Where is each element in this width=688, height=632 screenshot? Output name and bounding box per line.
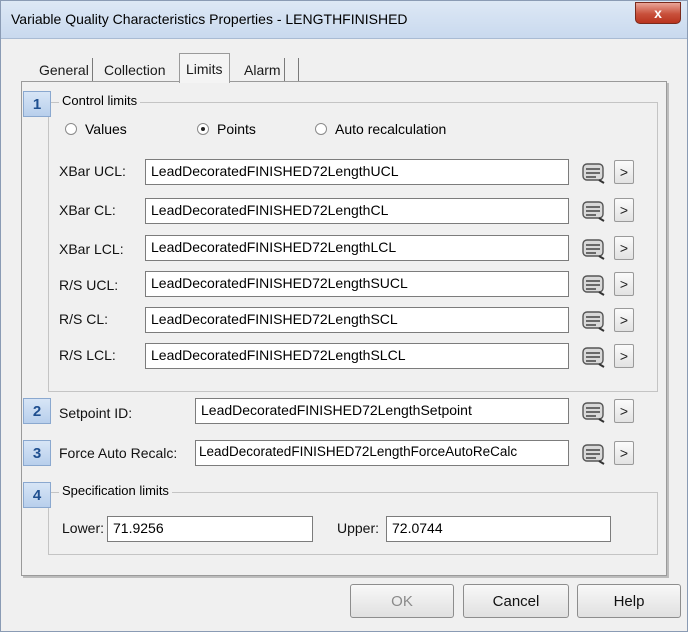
tab-limits-label: Limits — [186, 60, 223, 77]
force-auto-recalc-field[interactable]: LeadDecoratedFINISHED72LengthForceAutoRe… — [195, 440, 569, 466]
tab-general-label: General — [39, 62, 89, 78]
tab-alarm[interactable]: Alarm — [244, 58, 285, 82]
xbar-cl-field[interactable]: LeadDecoratedFINISHED72LengthCL — [145, 198, 569, 224]
window-title: Variable Quality Characteristics Propert… — [11, 11, 408, 27]
step-badge-1: 1 — [23, 91, 51, 117]
lower-limit-label: Lower: — [62, 520, 105, 536]
control-limits-title: Control limits — [59, 93, 141, 108]
arrow-right-icon: > — [619, 403, 629, 419]
xbar-lcl-arrow-button[interactable]: > — [614, 236, 634, 260]
tag-browse-icon[interactable] — [581, 441, 607, 465]
close-icon: x — [654, 5, 662, 21]
specification-limits-title: Specification limits — [59, 483, 172, 498]
setpoint-id-label: Setpoint ID: — [59, 405, 133, 421]
tag-browse-icon[interactable] — [581, 236, 607, 260]
rs-lcl-field[interactable]: LeadDecoratedFINISHED72LengthSLCL — [145, 343, 569, 369]
cancel-button[interactable]: Cancel — [463, 584, 569, 618]
rs-lcl-arrow-button[interactable]: > — [614, 344, 634, 368]
radio-auto-recalculation-label: Auto recalculation — [335, 121, 447, 137]
tag-browse-icon[interactable] — [581, 308, 607, 332]
help-button[interactable]: Help — [577, 584, 681, 618]
rs-cl-field[interactable]: LeadDecoratedFINISHED72LengthSCL — [145, 307, 569, 333]
xbar-ucl-arrow-button[interactable]: > — [614, 160, 634, 184]
xbar-lcl-field[interactable]: LeadDecoratedFINISHED72LengthLCL — [145, 235, 569, 261]
tab-general[interactable]: General — [39, 58, 93, 82]
step-badge-4: 4 — [23, 482, 51, 508]
setpoint-arrow-button[interactable]: > — [614, 399, 634, 423]
force-auto-recalc-label: Force Auto Recalc: — [59, 445, 178, 461]
close-button[interactable]: x — [635, 2, 681, 24]
radio-auto-recalculation-indicator — [315, 123, 327, 135]
title-bar: Variable Quality Characteristics Propert… — [1, 1, 687, 39]
arrow-right-icon: > — [619, 276, 629, 292]
upper-limit-label: Upper: — [337, 520, 380, 536]
rs-ucl-field[interactable]: LeadDecoratedFINISHED72LengthSUCL — [145, 271, 569, 297]
ok-button[interactable]: OK — [350, 584, 454, 618]
rs-lcl-label: R/S LCL: — [59, 347, 116, 363]
tab-collection[interactable]: Collection — [104, 58, 165, 82]
xbar-ucl-label: XBar UCL: — [59, 163, 126, 179]
radio-values-indicator — [65, 123, 77, 135]
lower-limit-field[interactable]: 71.9256 — [107, 516, 313, 542]
force-recalc-arrow-button[interactable]: > — [614, 441, 634, 465]
xbar-ucl-field[interactable]: LeadDecoratedFINISHED72LengthUCL — [145, 159, 569, 185]
step-badge-2: 2 — [23, 398, 51, 424]
arrow-right-icon: > — [619, 164, 629, 180]
xbar-cl-label: XBar CL: — [59, 202, 116, 218]
radio-auto-recalculation[interactable]: Auto recalculation — [315, 121, 446, 137]
rs-ucl-arrow-button[interactable]: > — [614, 272, 634, 296]
tab-divider — [298, 58, 299, 82]
tag-browse-icon[interactable] — [581, 399, 607, 423]
upper-limit-field[interactable]: 72.0744 — [386, 516, 611, 542]
xbar-lcl-label: XBar LCL: — [59, 241, 124, 257]
arrow-right-icon: > — [619, 240, 629, 256]
arrow-right-icon: > — [619, 202, 629, 218]
tab-alarm-label: Alarm — [244, 62, 281, 78]
arrow-right-icon: > — [619, 348, 629, 364]
arrow-right-icon: > — [619, 312, 629, 328]
radio-values[interactable]: Values — [65, 121, 127, 137]
tag-browse-icon[interactable] — [581, 272, 607, 296]
setpoint-id-field[interactable]: LeadDecoratedFINISHED72LengthSetpoint — [195, 398, 569, 424]
rs-cl-label: R/S CL: — [59, 311, 109, 327]
step-badge-3: 3 — [23, 440, 51, 466]
radio-points[interactable]: Points — [197, 121, 256, 137]
tag-browse-icon[interactable] — [581, 160, 607, 184]
tag-browse-icon[interactable] — [581, 344, 607, 368]
rs-ucl-label: R/S UCL: — [59, 277, 119, 293]
properties-dialog: Variable Quality Characteristics Propert… — [0, 0, 688, 632]
tab-collection-label: Collection — [104, 62, 166, 78]
rs-cl-arrow-button[interactable]: > — [614, 308, 634, 332]
tag-browse-icon[interactable] — [581, 198, 607, 222]
arrow-right-icon: > — [619, 445, 629, 461]
tab-limits[interactable]: Limits — [179, 53, 230, 83]
radio-points-indicator — [197, 123, 209, 135]
radio-values-label: Values — [85, 121, 127, 137]
radio-points-label: Points — [217, 121, 256, 137]
xbar-cl-arrow-button[interactable]: > — [614, 198, 634, 222]
